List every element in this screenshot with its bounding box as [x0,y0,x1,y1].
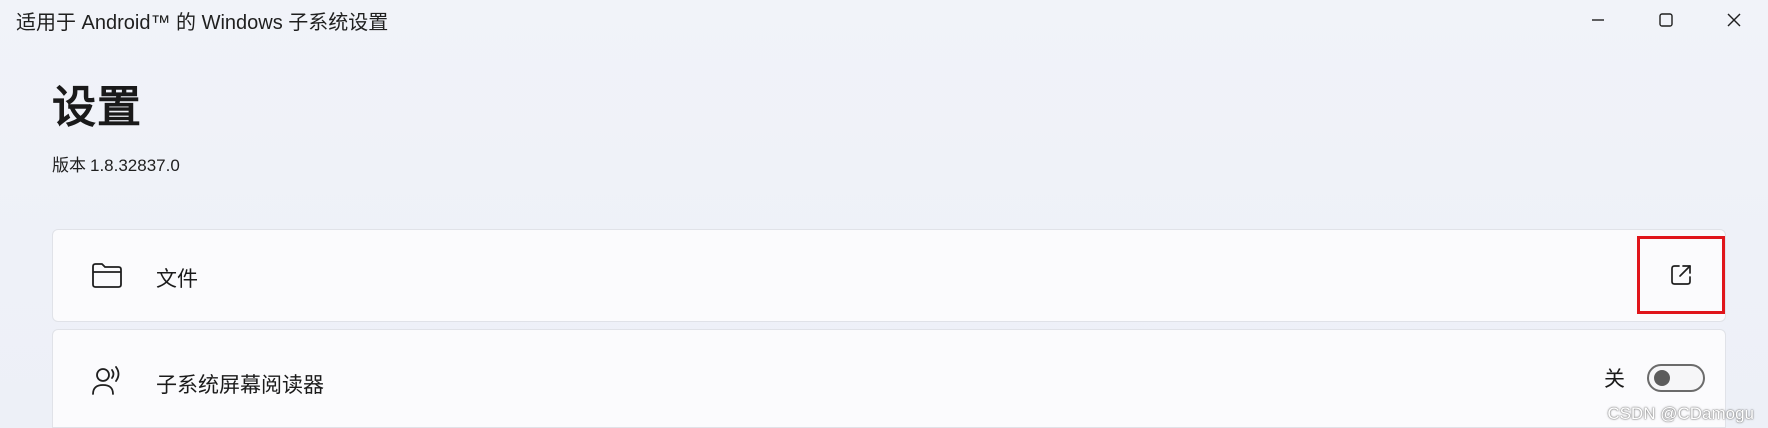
toggle-knob [1654,370,1670,386]
close-button[interactable] [1700,0,1768,40]
minimize-button[interactable] [1564,0,1632,40]
watermark: CSDN @CDamogu [1607,404,1754,423]
open-external-button[interactable] [1637,236,1725,314]
screen-reader-toggle[interactable] [1647,364,1705,392]
window-controls [1564,0,1768,40]
window-title: 适用于 Android™ 的 Windows 子系统设置 [16,12,389,34]
close-icon [1727,13,1741,27]
files-label: 文件 [156,268,198,291]
maximize-icon [1659,13,1673,27]
files-setting-card[interactable]: 文件 [52,229,1726,322]
toggle-state-label: 关 [1604,368,1625,391]
minimize-icon [1592,19,1604,21]
version-label: 版本 [52,156,86,175]
version-text: 版本 1.8.32837.0 [52,151,180,176]
version-value: 1.8.32837.0 [90,156,180,175]
open-external-icon [1671,265,1691,285]
maximize-button[interactable] [1632,0,1700,40]
title-bar: 适用于 Android™ 的 Windows 子系统设置 [0,0,1768,40]
screen-reader-setting-card: 子系统屏幕阅读器 关 [52,329,1726,428]
screen-reader-toggle-group: 关 [1604,363,1705,393]
page-title: 设置 [52,83,142,132]
screen-reader-label: 子系统屏幕阅读器 [156,374,324,397]
screen-reader-icon [89,363,125,399]
folder-icon [89,257,125,293]
